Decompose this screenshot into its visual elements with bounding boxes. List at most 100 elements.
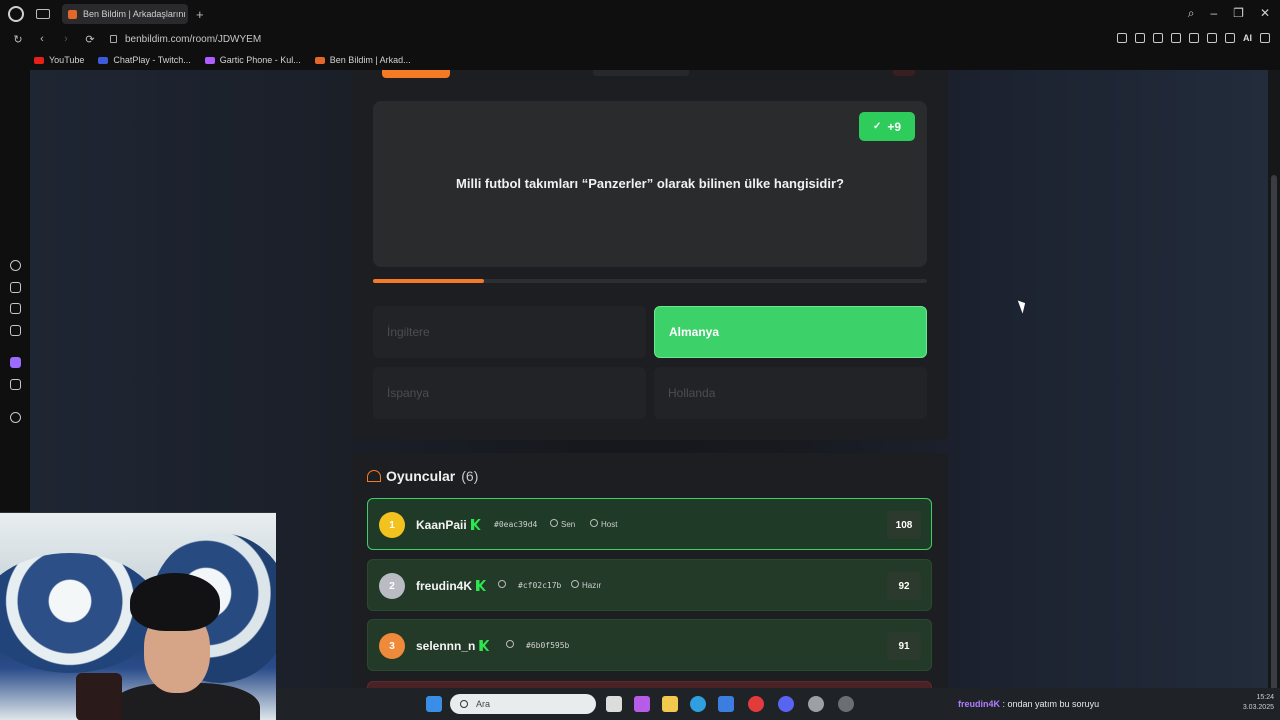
player-row: 2 freudin4K #cf02c17b Hazır 92 — [367, 559, 932, 611]
taskbar-search-placeholder: Ara — [476, 699, 491, 709]
rank-badge: 2 — [379, 573, 405, 599]
store-icon[interactable] — [718, 696, 734, 712]
x-icon[interactable] — [10, 379, 21, 390]
ready-check-icon — [571, 580, 579, 588]
menu-icon[interactable] — [1260, 33, 1270, 43]
rank-badge: 1 — [379, 512, 405, 538]
history-icon[interactable] — [10, 260, 21, 271]
remove-user-icon[interactable] — [506, 640, 514, 648]
obs-icon[interactable] — [808, 696, 824, 712]
tab-islands-icon[interactable] — [36, 9, 50, 19]
webcam-overlay — [0, 512, 276, 720]
mouse-cursor — [1017, 298, 1029, 314]
bookmark-chatplay[interactable]: ChatPlay - Twitch... — [98, 55, 191, 65]
player-name-wrap: freudin4K — [416, 579, 487, 593]
task-view-icon[interactable] — [606, 696, 622, 712]
players-title: Oyuncular — [386, 468, 456, 484]
refresh-icon[interactable]: ⟳ — [84, 33, 96, 46]
flow-icon[interactable] — [10, 282, 21, 293]
streamer — [110, 573, 260, 720]
heart-icon[interactable] — [1189, 33, 1199, 43]
tab-title: Ben Bildim | Arkadaşlarını — [83, 9, 186, 19]
new-tab-plus-icon[interactable]: + — [196, 7, 204, 22]
messenger-icon[interactable] — [10, 325, 21, 336]
players-count: (6) — [461, 468, 479, 484]
reload-icon[interactable]: ↻ — [12, 33, 24, 46]
windows-start-icon[interactable] — [426, 696, 442, 712]
play-icon[interactable] — [1171, 33, 1181, 43]
clock-icon[interactable] — [10, 412, 21, 423]
kick-icon — [476, 580, 487, 591]
answer-option-3[interactable]: İspanya — [373, 367, 646, 419]
windows-taskbar: Ara freudin4K : ondan yatım bu soruyu 15… — [276, 688, 1280, 720]
close-icon[interactable]: ✕ — [1260, 6, 1270, 21]
top-orange-button-edge[interactable] — [382, 70, 450, 78]
browser-tab-active[interactable]: Ben Bildim | Arkadaşlarını — [62, 4, 188, 24]
opera-icon[interactable] — [748, 696, 764, 712]
file-explorer-icon[interactable] — [662, 696, 678, 712]
gartic-icon — [204, 56, 215, 64]
bookmark-gartic[interactable]: Gartic Phone - Kul... — [204, 55, 301, 65]
bookmark-label: Ben Bildim | Arkad... — [329, 55, 411, 65]
url-field[interactable]: benbildim.com/room/JDWYEM — [110, 34, 261, 45]
url-text: benbildim.com/room/JDWYEM — [125, 33, 262, 45]
search-tabs-icon[interactable]: ⌕ — [1188, 6, 1195, 21]
app-icon[interactable] — [838, 696, 854, 712]
answer-option-2-correct[interactable]: Almanya — [654, 306, 927, 358]
page-scrollbar[interactable] — [1268, 70, 1280, 695]
twitch-icon[interactable] — [10, 357, 21, 368]
top-info-edge — [593, 70, 689, 76]
opera-logo-icon[interactable] — [8, 6, 24, 22]
chatplay-icon — [98, 56, 109, 64]
question-card: ✓ +9 Milli futbol takımları “Panzerler” … — [373, 101, 927, 267]
browser-tabbar: Ben Bildim | Arkadaşlarını + ⌕ – ❐ ✕ — [0, 0, 1280, 28]
pinboard-icon[interactable] — [10, 303, 21, 314]
profile-icon[interactable] — [1225, 33, 1235, 43]
remove-user-icon[interactable] — [498, 580, 506, 588]
snapshot-icon[interactable] — [1135, 33, 1145, 43]
timer-progress-bar — [373, 279, 927, 283]
player-id: #6b0f595b — [526, 641, 570, 650]
maximize-icon[interactable]: ❐ — [1233, 6, 1244, 21]
answer-option-1[interactable]: İngiltere — [373, 306, 646, 358]
extensions-icon[interactable] — [1207, 33, 1217, 43]
bookmark-label: Gartic Phone - Kul... — [219, 55, 301, 65]
player-name: selennn_n — [416, 639, 476, 653]
bookmark-benbildim[interactable]: Ben Bildim | Arkad... — [314, 55, 411, 65]
chat-overlay-message: freudin4K : ondan yatım bu soruyu — [958, 699, 1099, 709]
taskbar-search[interactable]: Ara — [450, 694, 596, 714]
bookmark-label: ChatPlay - Twitch... — [113, 55, 191, 65]
player-name-wrap: selennn_n — [416, 639, 490, 653]
edge-icon[interactable] — [690, 696, 706, 712]
players-heading: Oyuncular (6) — [367, 468, 478, 484]
scrollbar-thumb[interactable] — [1271, 175, 1277, 695]
address-bar: ↻ ‹ › ⟳ benbildim.com/room/JDWYEM AI — [0, 28, 1280, 50]
points-value: +9 — [887, 119, 902, 134]
player-id: #cf02c17b — [518, 581, 562, 590]
shield-icon[interactable] — [1153, 33, 1163, 43]
answer-option-4[interactable]: Hollanda — [654, 367, 927, 419]
clock-date: 3.03.2025 — [1242, 704, 1274, 711]
bookmark-label: YouTube — [49, 55, 85, 65]
lock-icon — [110, 34, 117, 43]
discord-icon[interactable] — [778, 696, 794, 712]
taskbar-clock[interactable]: 15:24 3.03.2025 — [1243, 693, 1274, 713]
minimize-icon[interactable]: – — [1210, 6, 1217, 21]
player-name-wrap: KaanPaii — [416, 518, 481, 532]
player-score: 92 — [887, 572, 921, 600]
back-arrow-icon[interactable]: ‹ — [36, 33, 48, 45]
copilot-icon[interactable] — [634, 696, 650, 712]
bookmark-icon[interactable] — [1117, 33, 1127, 43]
timer-progress-fill — [373, 279, 484, 283]
player-name: freudin4K — [416, 579, 473, 593]
question-text: Milli futbol takımları “Panzerler” olara… — [456, 176, 844, 191]
microphone — [76, 673, 122, 720]
ai-button[interactable]: AI — [1243, 33, 1252, 43]
player-row: 3 selennn_n #6b0f595b 91 — [367, 619, 932, 671]
player-score: 108 — [887, 511, 921, 539]
forward-arrow-icon[interactable]: › — [60, 33, 72, 45]
top-red-button-edge[interactable] — [893, 70, 915, 76]
streamer-hair — [130, 573, 220, 631]
kick-icon — [470, 519, 481, 530]
bookmark-youtube[interactable]: YouTube — [34, 55, 84, 65]
